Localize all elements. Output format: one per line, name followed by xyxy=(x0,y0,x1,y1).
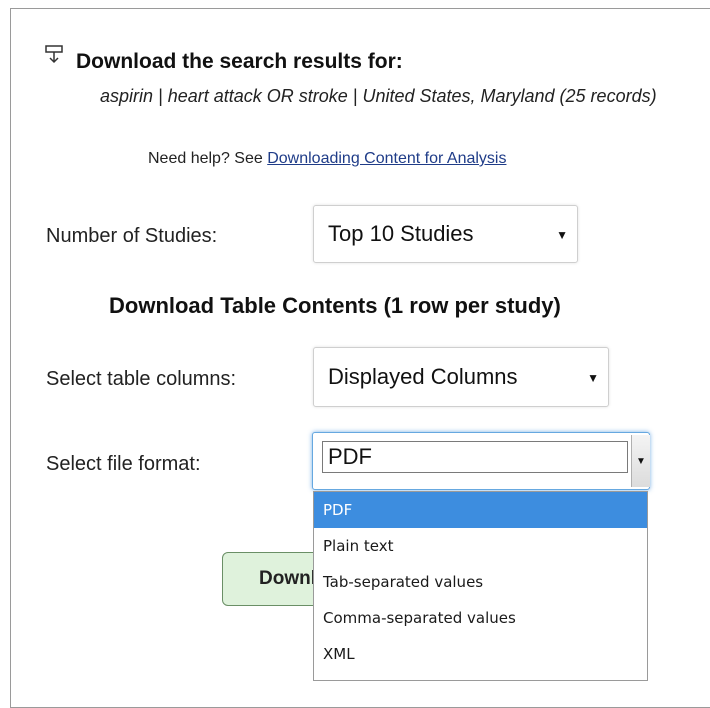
table-columns-select[interactable]: Displayed Columns ▼ xyxy=(313,347,609,407)
help-prefix: Need help? See xyxy=(148,150,263,167)
section-heading: Download Table Contents (1 row per study… xyxy=(109,293,561,318)
file-format-option-pdf[interactable]: PDF xyxy=(314,492,647,528)
help-text: Need help? See Downloading Content for A… xyxy=(148,150,506,168)
file-format-value: PDF xyxy=(322,441,628,473)
file-format-option-tsv[interactable]: Tab-separated values xyxy=(314,564,647,600)
dialog-title: Download the search results for: xyxy=(76,50,403,73)
file-format-select[interactable]: PDF ▼ xyxy=(312,432,650,490)
help-link[interactable]: Downloading Content for Analysis xyxy=(267,150,506,167)
caret-down-icon: ▼ xyxy=(556,228,568,242)
table-columns-label: Select table columns: xyxy=(46,368,237,390)
caret-down-icon[interactable]: ▼ xyxy=(631,435,650,487)
file-format-option-xml[interactable]: XML xyxy=(314,636,647,672)
file-format-option-plain-text[interactable]: Plain text xyxy=(314,528,647,564)
number-of-studies-select[interactable]: Top 10 Studies ▼ xyxy=(313,205,578,263)
download-icon xyxy=(45,45,63,64)
table-columns-value: Displayed Columns xyxy=(328,364,518,389)
number-of-studies-value: Top 10 Studies xyxy=(328,221,474,246)
file-format-option-csv[interactable]: Comma-separated values xyxy=(314,600,647,636)
file-format-dropdown: PDF Plain text Tab-separated values Comm… xyxy=(313,491,648,681)
caret-down-icon: ▼ xyxy=(587,371,599,385)
file-format-label: Select file format: xyxy=(46,453,201,475)
number-of-studies-label: Number of Studies: xyxy=(46,225,218,247)
search-query: aspirin | heart attack OR stroke | Unite… xyxy=(100,86,657,106)
